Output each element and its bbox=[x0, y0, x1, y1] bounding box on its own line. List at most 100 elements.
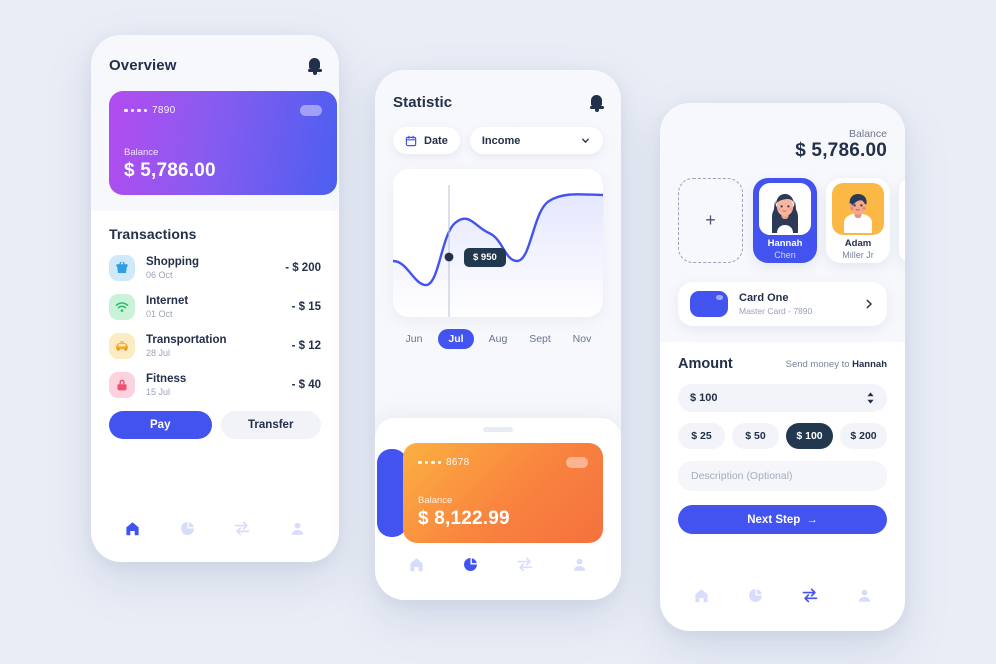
contacts-row: + Hannah Chen Adam Miller Jr bbox=[678, 178, 905, 268]
nav-transfer-icon[interactable] bbox=[801, 586, 819, 609]
transaction-amount: - $ 12 bbox=[291, 340, 321, 352]
bank-card-secondary[interactable]: 8678 Balance $ 8,122.99 bbox=[403, 443, 603, 543]
contact-card-hannah[interactable]: Hannah Chen bbox=[753, 178, 817, 263]
quick-amount-100[interactable]: $ 100 bbox=[786, 423, 833, 449]
chart-tooltip: $ 950 bbox=[464, 248, 506, 267]
phone-overview: Overview 7890 Balance $ 5,786.00 Transac… bbox=[91, 35, 339, 562]
avatar bbox=[832, 183, 884, 235]
nav-profile-icon[interactable] bbox=[571, 556, 588, 578]
next-step-label: Next Step bbox=[747, 513, 801, 526]
bank-card-primary[interactable]: 7890 Balance $ 5,786.00 bbox=[109, 91, 337, 195]
transaction-name: Shopping bbox=[146, 256, 200, 268]
income-filter-select[interactable]: Income bbox=[469, 127, 603, 154]
nav-home-icon[interactable] bbox=[693, 587, 710, 609]
send-recipient: Hannah bbox=[852, 358, 887, 370]
bottom-nav bbox=[375, 555, 621, 578]
date-filter-label: Date bbox=[424, 134, 448, 147]
amount-value: $ 100 bbox=[690, 392, 718, 404]
fitness-icon bbox=[109, 372, 135, 398]
contact-first-name: Adam bbox=[844, 238, 872, 249]
card-balance-label: Balance bbox=[124, 147, 159, 158]
amount-heading: Amount bbox=[678, 356, 733, 372]
transaction-date: 01 Oct bbox=[146, 309, 173, 319]
quick-amount-50[interactable]: $ 50 bbox=[732, 423, 779, 449]
overview-header: Overview bbox=[109, 57, 322, 75]
nav-home-icon[interactable] bbox=[124, 520, 141, 542]
phone-statistic: Statistic Date Income $ 950 Jun Jul Aug … bbox=[375, 70, 621, 600]
next-step-button[interactable]: Next Step → bbox=[678, 505, 887, 534]
page-title: Overview bbox=[109, 57, 177, 74]
transactions-section: Transactions Shopping 06 Oct - $ 200 Int… bbox=[91, 211, 339, 439]
contact-card-peek[interactable] bbox=[899, 178, 905, 263]
taxi-icon bbox=[109, 333, 135, 359]
bottom-nav bbox=[91, 519, 339, 542]
contact-last-name: Chen bbox=[774, 249, 796, 260]
transaction-amount: - $ 40 bbox=[291, 379, 321, 391]
transactions-title: Transactions bbox=[109, 226, 197, 242]
page-title: Statistic bbox=[393, 94, 453, 111]
add-contact-button[interactable]: + bbox=[678, 178, 743, 263]
card-dots-icon bbox=[124, 108, 147, 113]
nav-transfer-icon[interactable] bbox=[516, 555, 534, 578]
filter-row: Date Income bbox=[393, 127, 603, 154]
quick-amount-25[interactable]: $ 25 bbox=[678, 423, 725, 449]
send-prefix: Send money to bbox=[785, 358, 853, 370]
bell-icon[interactable] bbox=[307, 58, 322, 75]
balance-label: Balance bbox=[849, 128, 887, 140]
stepper-updown-icon[interactable] bbox=[866, 391, 875, 405]
card-dots-icon bbox=[418, 460, 441, 465]
card-balance-value: $ 5,786.00 bbox=[124, 160, 216, 181]
table-row[interactable]: Internet 01 Oct - $ 15 bbox=[109, 294, 321, 320]
income-chart[interactable]: $ 950 bbox=[393, 169, 603, 317]
balance-value: $ 5,786.00 bbox=[795, 140, 887, 161]
phone-transfer: Balance $ 5,786.00 + Hannah Chen Adam Mi… bbox=[660, 103, 905, 631]
transfer-button[interactable]: Transfer bbox=[220, 411, 321, 439]
bell-icon[interactable] bbox=[589, 95, 604, 112]
mini-card-icon bbox=[690, 291, 728, 317]
month-aug[interactable]: Aug bbox=[477, 333, 519, 345]
plus-icon: + bbox=[705, 210, 716, 230]
income-filter-label: Income bbox=[481, 134, 521, 147]
contact-first-name: Hannah bbox=[767, 238, 803, 249]
nav-profile-icon[interactable] bbox=[856, 587, 873, 609]
overview-top-pane: Overview 7890 Balance $ 5,786.00 bbox=[91, 35, 339, 211]
nav-chart-icon[interactable] bbox=[462, 556, 479, 578]
month-jul[interactable]: Jul bbox=[438, 329, 474, 349]
contact-card-adam[interactable]: Adam Miller Jr bbox=[826, 178, 890, 263]
month-nov[interactable]: Nov bbox=[561, 333, 603, 345]
month-sept[interactable]: Sept bbox=[519, 333, 561, 345]
contact-last-name: Miller Jr bbox=[842, 249, 874, 260]
month-jun[interactable]: Jun bbox=[393, 333, 435, 345]
nav-chart-icon[interactable] bbox=[747, 587, 764, 609]
table-row[interactable]: Shopping 06 Oct - $ 200 bbox=[109, 255, 321, 281]
send-to-text: Send money to Hannah bbox=[786, 359, 887, 370]
transaction-date: 06 Oct bbox=[146, 270, 173, 280]
transaction-date: 28 Jul bbox=[146, 348, 171, 358]
nav-profile-icon[interactable] bbox=[289, 520, 306, 542]
card-select[interactable]: Card One Master Card - 7890 bbox=[678, 282, 887, 326]
card-number: 7890 bbox=[124, 105, 175, 116]
statistic-header: Statistic bbox=[393, 94, 604, 112]
quick-amount-200[interactable]: $ 200 bbox=[840, 423, 887, 449]
statistic-header-area: Statistic Date Income $ 950 Jun Jul Aug … bbox=[375, 70, 621, 349]
arrow-right-icon: → bbox=[806, 513, 818, 526]
pay-button[interactable]: Pay bbox=[109, 411, 212, 439]
nav-home-icon[interactable] bbox=[408, 556, 425, 578]
screen: Overview 7890 Balance $ 5,786.00 Transac… bbox=[0, 0, 996, 664]
nav-chart-icon[interactable] bbox=[179, 520, 196, 542]
card-carousel: 7890 Balance $ 5,786.00 bbox=[109, 91, 337, 195]
card-balance-value: $ 8,122.99 bbox=[418, 508, 510, 529]
card-number: 8678 bbox=[418, 457, 469, 468]
sheet-drag-handle[interactable] bbox=[483, 427, 513, 432]
card-sheet: 8678 Balance $ 8,122.99 bbox=[375, 418, 621, 600]
amount-section: Amount Send money to Hannah $ 100 $ 25 $… bbox=[660, 342, 905, 534]
date-filter-button[interactable]: Date bbox=[393, 127, 460, 154]
amount-input[interactable]: $ 100 bbox=[678, 384, 887, 412]
description-placeholder: Description (Optional) bbox=[691, 470, 793, 482]
description-input[interactable]: Description (Optional) bbox=[678, 461, 887, 491]
nav-transfer-icon[interactable] bbox=[233, 519, 251, 542]
table-row[interactable]: Fitness 15 Jul - $ 40 bbox=[109, 372, 321, 398]
action-buttons: Pay Transfer bbox=[109, 411, 321, 439]
card-select-name: Card One bbox=[739, 292, 789, 304]
table-row[interactable]: Transportation 28 Jul - $ 12 bbox=[109, 333, 321, 359]
